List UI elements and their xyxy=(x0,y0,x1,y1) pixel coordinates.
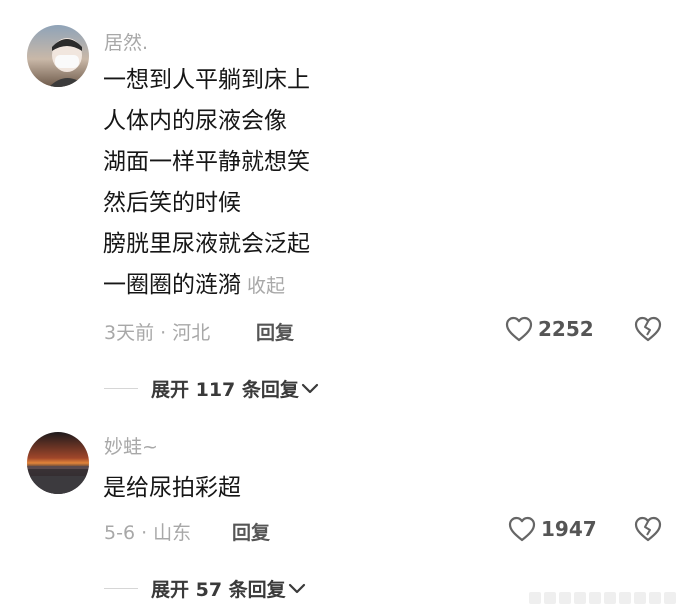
comment-line: 一想到人平躺到床上 xyxy=(103,67,310,93)
comment-line: 湖面一样平静就想笑 xyxy=(103,149,310,175)
avatar[interactable] xyxy=(27,25,89,87)
reply-button[interactable]: 回复 xyxy=(256,318,294,345)
comment-item: 妙蛙~ 是给尿拍彩超 5-6 · 山东 回复 1947 展开 57 条回复 xyxy=(0,410,690,612)
comment-line: 是给尿拍彩超 xyxy=(103,475,241,501)
expand-replies-button[interactable]: 展开 117 条回复 xyxy=(104,375,319,402)
expand-replies-label: 展开 57 条回复 xyxy=(151,579,286,601)
comment-meta: 5-6 · 山东 xyxy=(104,522,192,544)
chevron-down-icon xyxy=(288,583,305,593)
comment-meta: 3天前 · 河北 xyxy=(104,322,211,344)
username[interactable]: 妙蛙~ xyxy=(104,432,158,459)
expand-divider xyxy=(104,388,138,389)
dislike-button[interactable] xyxy=(634,316,662,342)
watermark xyxy=(529,592,676,604)
comment-line: 膀胱里尿液就会泛起 xyxy=(103,231,310,257)
comment-text: 一想到人平躺到床上 人体内的尿液会像 湖面一样平静就想笑 然后笑的时候 膀胱里尿… xyxy=(103,60,310,307)
heart-outline-icon xyxy=(508,516,536,542)
like-count: 1947 xyxy=(541,517,597,541)
expand-divider xyxy=(104,588,138,589)
collapse-button[interactable]: 收起 xyxy=(247,275,285,297)
heart-outline-icon xyxy=(505,316,533,342)
comment-line-text: 一圈圈的涟漪 xyxy=(103,272,241,298)
reply-button[interactable]: 回复 xyxy=(232,518,270,545)
comment-line: 人体内的尿液会像 xyxy=(103,108,287,134)
dislike-button[interactable] xyxy=(634,516,662,542)
comment-line-last: 一圈圈的涟漪 收起 xyxy=(103,265,310,307)
like-button[interactable]: 1947 xyxy=(508,516,597,542)
comment-item: 居然. 一想到人平躺到床上 人体内的尿液会像 湖面一样平静就想笑 然后笑的时候 … xyxy=(0,0,690,410)
chevron-down-icon xyxy=(301,383,318,393)
like-button[interactable]: 2252 xyxy=(505,316,594,342)
expand-replies-button[interactable]: 展开 57 条回复 xyxy=(104,575,306,602)
avatar[interactable] xyxy=(27,432,89,494)
broken-heart-icon xyxy=(634,316,662,342)
comment-text: 是给尿拍彩超 xyxy=(103,468,241,509)
expand-replies-label: 展开 117 条回复 xyxy=(151,379,299,401)
comment-line: 然后笑的时候 xyxy=(103,190,241,216)
broken-heart-icon xyxy=(634,516,662,542)
username[interactable]: 居然. xyxy=(104,28,148,55)
like-count: 2252 xyxy=(538,317,594,341)
